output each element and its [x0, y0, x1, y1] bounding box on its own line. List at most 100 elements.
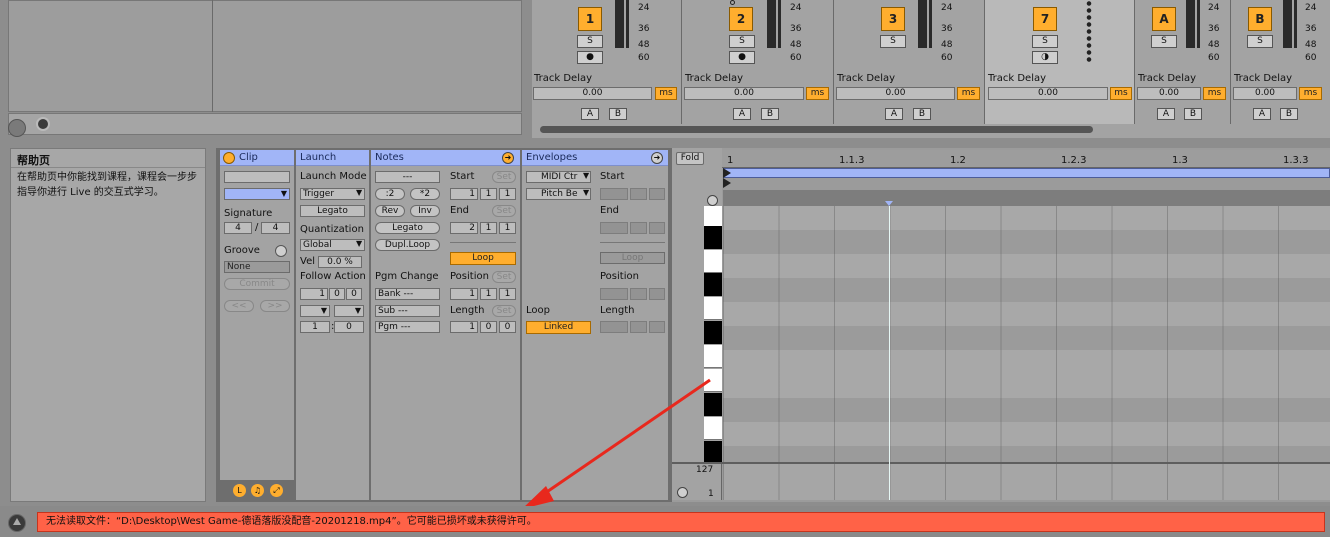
position-beats[interactable]: 1 — [480, 288, 497, 300]
bank-field[interactable]: Bank --- — [375, 288, 440, 300]
track-1-delay-field[interactable]: 0.00 — [533, 87, 652, 100]
legato-button[interactable]: Legato — [375, 222, 440, 234]
master-solo-button[interactable]: S — [1032, 35, 1058, 48]
groove-field[interactable]: None — [224, 261, 290, 273]
track-2-xfade-a[interactable]: A — [733, 108, 751, 120]
hot-swap-icon[interactable] — [36, 117, 50, 131]
return-b-solo-button[interactable]: S — [1247, 35, 1273, 48]
legato-toggle[interactable]: Legato — [300, 205, 365, 217]
clip-color-chooser[interactable]: ▼ — [224, 188, 290, 200]
start-marker-icon[interactable] — [723, 168, 731, 178]
track-2-activator[interactable]: 2 — [729, 7, 753, 31]
fold-button[interactable]: Fold — [676, 152, 704, 165]
browser-toggle-icon[interactable] — [8, 119, 26, 137]
end-set-button[interactable]: Set — [492, 205, 516, 217]
mixer-horizontal-scrollbar[interactable] — [540, 126, 1093, 133]
velocity-lane[interactable] — [723, 464, 1330, 500]
end-beats[interactable]: 1 — [480, 222, 497, 234]
follow-time-sixteenths[interactable]: 0 — [346, 288, 362, 300]
track-3-xfade-a[interactable]: A — [885, 108, 903, 120]
expand-toggle-icon[interactable]: ⤢ — [270, 484, 283, 497]
track-1-arm-button[interactable]: ● — [577, 51, 603, 64]
loop-brace[interactable] — [723, 168, 1330, 178]
master-delay-field[interactable]: 0.00 — [988, 87, 1108, 100]
track-1-solo-button[interactable]: S — [577, 35, 603, 48]
return-b-xfade-b[interactable]: B — [1280, 108, 1298, 120]
program-field[interactable]: Pgm --- — [375, 321, 440, 333]
start-set-button[interactable]: Set — [492, 171, 516, 183]
track-2-delay-field[interactable]: 0.00 — [684, 87, 804, 100]
piano-key-white[interactable] — [704, 297, 722, 320]
master-cue-button[interactable]: ◑ — [1032, 51, 1058, 64]
piano-key-white[interactable] — [704, 345, 722, 368]
end-bars[interactable]: 2 — [450, 222, 478, 234]
next-button[interactable]: >> — [260, 300, 290, 312]
follow-chance-a[interactable]: 1 — [300, 321, 330, 333]
notes-arrow-icon[interactable]: ➜ — [502, 152, 514, 164]
start-beats[interactable]: 1 — [480, 188, 497, 200]
groove-hot-swap-icon[interactable] — [275, 245, 287, 257]
length-beats[interactable]: 0 — [480, 321, 497, 333]
envelope-device-select[interactable]: MIDI Ctr — [526, 171, 591, 183]
return-a-delay-field[interactable]: 0.00 — [1137, 87, 1201, 100]
signature-denominator[interactable]: 4 — [261, 222, 290, 234]
return-b-activator[interactable]: B — [1248, 7, 1272, 31]
return-b-delay-unit[interactable]: ms — [1299, 87, 1322, 100]
piano-key-black[interactable] — [704, 226, 722, 249]
follow-action-b-select[interactable]: ▼ — [334, 305, 364, 317]
clip-activator-icon[interactable] — [223, 152, 235, 164]
track-2-xfade-b[interactable]: B — [761, 108, 779, 120]
start-bars[interactable]: 1 — [450, 188, 478, 200]
sub-bank-field[interactable]: Sub --- — [375, 305, 440, 317]
track-2-solo-button[interactable]: S — [729, 35, 755, 48]
track-3-delay-field[interactable]: 0.00 — [836, 87, 955, 100]
return-a-activator[interactable]: A — [1152, 7, 1176, 31]
loop-button[interactable]: Loop — [450, 252, 516, 265]
return-a-solo-button[interactable]: S — [1151, 35, 1177, 48]
return-b-delay-field[interactable]: 0.00 — [1233, 87, 1297, 100]
start-sixteenths[interactable]: 1 — [499, 188, 516, 200]
position-bars[interactable]: 1 — [450, 288, 478, 300]
length-bars[interactable]: 1 — [450, 321, 478, 333]
track-3-delay-unit[interactable]: ms — [957, 87, 980, 100]
return-a-delay-unit[interactable]: ms — [1203, 87, 1226, 100]
follow-chance-b[interactable]: 0 — [334, 321, 364, 333]
length-set-button[interactable]: Set — [492, 305, 516, 317]
track-3-solo-button[interactable]: S — [880, 35, 906, 48]
prev-button[interactable]: << — [224, 300, 254, 312]
notes-toggle-icon[interactable]: ♫ — [251, 484, 264, 497]
track-1-delay-unit[interactable]: ms — [655, 87, 677, 100]
piano-key-black[interactable] — [704, 321, 722, 344]
piano-key-black[interactable] — [704, 273, 722, 296]
clip-name-field[interactable] — [224, 171, 290, 183]
halve-button[interactable]: :2 — [375, 188, 405, 200]
end-sixteenths[interactable]: 1 — [499, 222, 516, 234]
signature-numerator[interactable]: 4 — [224, 222, 252, 234]
double-button[interactable]: *2 — [410, 188, 440, 200]
velocity-field[interactable]: 0.0 % — [318, 256, 362, 268]
envelope-control-select[interactable]: Pitch Be — [526, 188, 591, 200]
track-1-xfade-a[interactable]: A — [581, 108, 599, 120]
track-1-xfade-b[interactable]: B — [609, 108, 627, 120]
follow-action-a-select[interactable]: ▼ — [300, 305, 330, 317]
position-sixteenths[interactable]: 1 — [499, 288, 516, 300]
follow-time-beats[interactable]: 0 — [329, 288, 345, 300]
note-range-field[interactable]: --- — [375, 171, 440, 183]
envelopes-arrow-icon[interactable]: ➜ — [651, 152, 663, 164]
track-1-activator[interactable]: 1 — [578, 7, 602, 31]
status-message[interactable]: 无法读取文件：“D:\Desktop\West Game-德语落版没配音-202… — [37, 512, 1325, 532]
track-3-activator[interactable]: 3 — [881, 7, 905, 31]
commit-button[interactable]: Commit — [224, 278, 290, 290]
return-a-xfade-b[interactable]: B — [1184, 108, 1202, 120]
track-2-delay-unit[interactable]: ms — [806, 87, 829, 100]
reverse-button[interactable]: Rev — [375, 205, 405, 217]
position-set-button[interactable]: Set — [492, 271, 516, 283]
master-activator[interactable]: 7 — [1033, 7, 1057, 31]
duplicate-loop-button[interactable]: Dupl.Loop — [375, 239, 440, 251]
invert-button[interactable]: Inv — [410, 205, 440, 217]
preview-headphones-icon[interactable] — [707, 195, 718, 206]
track-3-xfade-b[interactable]: B — [913, 108, 931, 120]
master-delay-unit[interactable]: ms — [1110, 87, 1132, 100]
return-b-xfade-a[interactable]: A — [1253, 108, 1271, 120]
loop-toggle-icon[interactable]: L — [233, 484, 246, 497]
